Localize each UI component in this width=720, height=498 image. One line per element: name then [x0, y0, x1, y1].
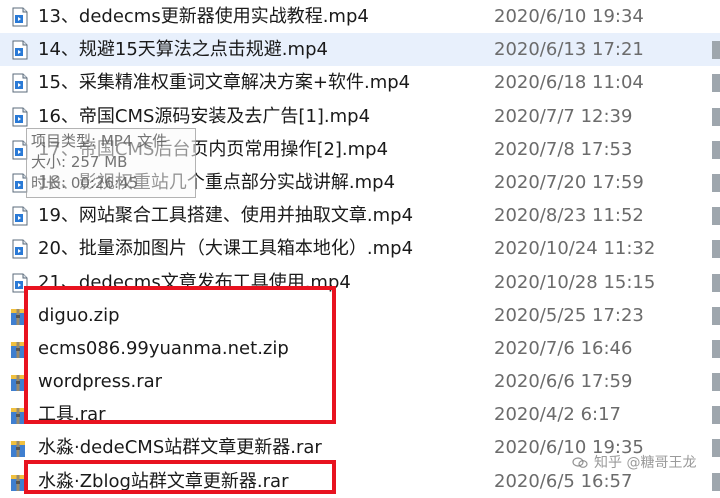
video-file-icon	[12, 7, 28, 27]
video-file-icon	[12, 206, 28, 226]
file-row[interactable]: 19、网站聚合工具搭建、使用并抽取文章.mp4 2020/8/23 11:52	[0, 199, 720, 232]
highlight-box-zblog	[24, 460, 336, 494]
file-row[interactable]: 13、dedecms更新器使用实战教程.mp4 2020/6/10 19:34	[0, 0, 720, 33]
next-column-edge	[712, 472, 720, 491]
file-modified-date: 2020/6/10 19:34	[494, 6, 644, 27]
next-column-edge	[712, 306, 720, 325]
next-column-edge	[712, 240, 720, 259]
next-column-edge	[712, 273, 720, 292]
next-column-edge	[712, 173, 720, 192]
file-name: 13、dedecms更新器使用实战教程.mp4	[38, 6, 369, 27]
next-column-edge	[712, 41, 720, 60]
tooltip-size: 大小: 257 MB	[31, 153, 128, 171]
file-modified-date: 2020/6/18 11:04	[494, 72, 644, 94]
next-column-edge	[712, 339, 720, 358]
watermark-text: 知乎 @糖哥王龙	[594, 455, 697, 471]
file-name: 14、规避15天算法之点击规避.mp4	[38, 39, 328, 61]
archive-file-icon	[10, 438, 26, 458]
watermark: 知乎 @糖哥王龙	[572, 452, 696, 472]
tooltip-duration: 时长: 00:26:45	[31, 174, 139, 192]
next-column-edge	[712, 207, 720, 226]
next-column-edge	[712, 140, 720, 159]
file-info-tooltip: 项目类型: MP4 文件 大小: 257 MB 时长: 00:26:45	[26, 128, 196, 198]
file-row[interactable]: 15、采集精准权重词文章解决方案+软件.mp4 2020/6/18 11:04	[0, 66, 720, 99]
tooltip-type: 项目类型: MP4 文件	[31, 132, 168, 150]
file-modified-date: 2020/7/7 12:39	[494, 105, 633, 127]
next-column-edge	[712, 107, 720, 126]
file-modified-date: 2020/7/6 16:46	[494, 337, 633, 359]
video-file-icon	[12, 239, 28, 259]
file-modified-date: 2020/10/24 11:32	[494, 238, 656, 260]
file-modified-date: 2020/6/13 17:21	[494, 39, 644, 61]
file-modified-date: 2020/6/6 17:59	[494, 371, 633, 393]
file-modified-date: 2020/7/8 17:53	[494, 138, 633, 160]
file-row[interactable]: 14、规避15天算法之点击规避.mp4 2020/6/13 17:21	[0, 33, 720, 67]
next-column-edge	[712, 373, 720, 392]
file-name: 20、批量添加图片（大课工具箱本地化）.mp4	[38, 238, 414, 260]
file-row[interactable]: 20、批量添加图片（大课工具箱本地化）.mp4 2020/10/24 11:32	[0, 232, 720, 265]
video-file-icon	[12, 73, 28, 93]
file-name: 15、采集精准权重词文章解决方案+软件.mp4	[38, 72, 411, 94]
next-column-edge	[712, 439, 720, 458]
next-column-edge	[712, 406, 720, 425]
file-modified-date: 2020/5/25 17:23	[494, 304, 644, 326]
file-name: 19、网站聚合工具搭建、使用并抽取文章.mp4	[38, 205, 414, 227]
next-column-edge	[712, 74, 720, 93]
file-modified-date: 2020/8/23 11:52	[494, 205, 644, 227]
file-modified-date: 2020/10/28 15:15	[494, 271, 656, 293]
file-modified-date: 2020/4/2 6:17	[494, 404, 621, 426]
video-file-icon	[12, 40, 28, 60]
wechat-logo-icon	[572, 457, 588, 468]
video-file-icon	[12, 107, 28, 127]
highlight-box-archives	[24, 286, 336, 424]
file-modified-date: 2020/7/20 17:59	[494, 171, 644, 193]
